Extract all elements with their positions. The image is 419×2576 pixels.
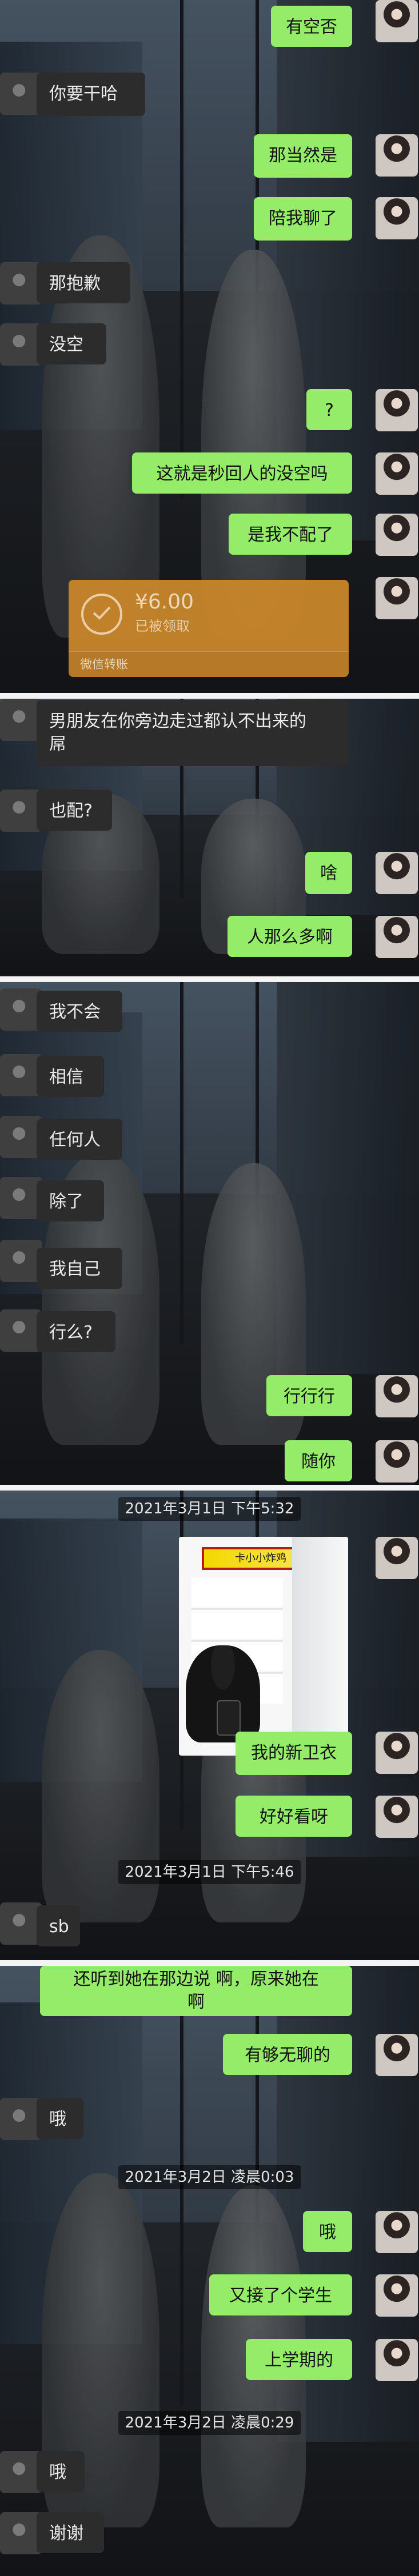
contact-message-bubble[interactable]: 没空: [37, 323, 106, 364]
contact-avatar[interactable]: [0, 1240, 42, 1282]
my-avatar[interactable]: [376, 134, 418, 177]
contact-message-bubble[interactable]: 你要干哈: [37, 73, 145, 116]
transfer-label: 微信转账: [69, 651, 349, 677]
my-message-bubble[interactable]: 有空否: [271, 6, 352, 47]
my-avatar[interactable]: [376, 2211, 418, 2253]
screenshot-divider: [0, 976, 419, 982]
contact-avatar[interactable]: [0, 1177, 42, 1219]
contact-message-bubble[interactable]: 任何人: [37, 1119, 122, 1160]
screenshot-divider: [0, 693, 419, 699]
wechat-transfer-card[interactable]: ¥6.00 已被领取 微信转账: [69, 580, 349, 677]
my-message-bubble[interactable]: 好好看呀: [236, 1796, 352, 1837]
my-message-bubble[interactable]: 人那么多啊: [228, 916, 352, 957]
contact-avatar[interactable]: [0, 73, 42, 115]
screenshot-divider: [0, 1960, 419, 1966]
contact-message-bubble[interactable]: 行么?: [37, 1311, 115, 1352]
timestamp: 2021年3月2日 凌晨0:03: [118, 2165, 301, 2189]
my-message-bubble[interactable]: 我的新卫衣: [236, 1732, 352, 1775]
my-avatar[interactable]: [376, 1375, 418, 1417]
contact-avatar[interactable]: [0, 699, 42, 741]
contact-message-bubble[interactable]: 我自己: [37, 1248, 122, 1289]
my-message-bubble[interactable]: 这就是秒回人的没空吗: [132, 452, 352, 494]
contact-message-bubble[interactable]: 也配?: [37, 790, 112, 831]
my-avatar[interactable]: [376, 2274, 418, 2317]
my-avatar[interactable]: [376, 1440, 418, 1483]
my-avatar[interactable]: [376, 0, 418, 42]
my-avatar[interactable]: [376, 916, 418, 958]
phone-icon: [217, 1700, 241, 1736]
my-message-bubble[interactable]: 上学期的: [246, 2339, 352, 2380]
my-avatar[interactable]: [376, 452, 418, 495]
my-message-bubble[interactable]: ?: [306, 389, 352, 430]
my-message-bubble[interactable]: 又接了个学生: [209, 2274, 352, 2315]
my-avatar[interactable]: [376, 2034, 418, 2076]
contact-avatar[interactable]: [0, 1902, 42, 1945]
my-avatar[interactable]: [376, 514, 418, 556]
contact-message-bubble[interactable]: 除了: [37, 1180, 104, 1221]
contact-avatar[interactable]: [0, 1116, 42, 1158]
timestamp: 2021年3月2日 凌晨0:29: [118, 2411, 301, 2435]
my-avatar[interactable]: [376, 577, 418, 619]
screenshot-divider: [0, 1485, 419, 1491]
contact-message-bubble[interactable]: 相信: [37, 1056, 104, 1097]
contact-message-bubble[interactable]: 我不会: [37, 991, 122, 1032]
contact-message-bubble[interactable]: 谢谢: [37, 2512, 104, 2553]
my-message-bubble[interactable]: 行行行: [266, 1375, 352, 1416]
my-avatar[interactable]: [376, 389, 418, 431]
photo-door: [292, 1537, 348, 1756]
my-avatar[interactable]: [376, 1732, 418, 1774]
my-message-bubble[interactable]: 有够无聊的: [223, 2034, 352, 2075]
contact-avatar[interactable]: [0, 2098, 42, 2140]
contact-avatar[interactable]: [0, 1054, 42, 1096]
my-avatar[interactable]: [376, 852, 418, 894]
my-message-bubble[interactable]: 哦: [303, 2211, 352, 2252]
timestamp: 2021年3月1日 下午5:46: [118, 1860, 301, 1884]
my-message-bubble[interactable]: 随你: [285, 1440, 352, 1481]
contact-avatar[interactable]: [0, 988, 42, 1031]
photo-message[interactable]: 卡小小炸鸡: [179, 1537, 348, 1756]
my-message-bubble[interactable]: 是我不配了: [229, 514, 352, 555]
my-message-bubble[interactable]: 还听到她在那边说 啊，原来她在 啊: [40, 1966, 352, 2016]
chat-screenshot-collage: 有空否 你要干哈 那当然是 陪我聊了 那抱歉 没空 ? 这就是秒回人的没空吗 是…: [0, 0, 419, 2576]
transfer-status: 已被领取: [135, 618, 190, 634]
timestamp: 2021年3月1日 下午5:32: [118, 1497, 301, 1521]
contact-message-bubble[interactable]: sb: [37, 1905, 80, 1946]
contact-avatar[interactable]: [0, 790, 42, 832]
contact-message-bubble[interactable]: 男朋友在你旁边走过都认不出来的 屌: [37, 700, 349, 766]
contact-avatar[interactable]: [0, 2451, 42, 2493]
my-avatar[interactable]: [376, 2339, 418, 2381]
my-avatar[interactable]: [376, 1537, 418, 1579]
my-message-bubble[interactable]: 陪我聊了: [254, 197, 352, 241]
contact-avatar[interactable]: [0, 1309, 42, 1352]
my-message-bubble[interactable]: 那当然是: [254, 134, 352, 178]
my-avatar[interactable]: [376, 1796, 418, 1838]
contact-avatar[interactable]: [0, 2512, 42, 2554]
transfer-amount: ¥6.00: [135, 590, 194, 614]
contact-message-bubble[interactable]: 哦: [37, 2451, 85, 2492]
my-avatar[interactable]: [376, 197, 418, 239]
contact-avatar[interactable]: [0, 262, 42, 305]
contact-message-bubble[interactable]: 哦: [37, 2098, 83, 2139]
my-message-bubble[interactable]: 啥: [305, 852, 352, 894]
check-circle-icon: [81, 594, 122, 635]
contact-message-bubble[interactable]: 那抱歉: [37, 262, 130, 303]
contact-avatar[interactable]: [0, 323, 42, 366]
